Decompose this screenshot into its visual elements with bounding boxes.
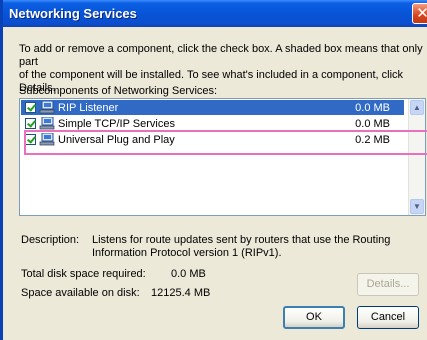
network-component-icon — [39, 101, 55, 114]
list-item-universal-plug-and-play[interactable]: Universal Plug and Play 0.2 MB — [21, 132, 404, 147]
scroll-down-button[interactable]: ▼ — [410, 199, 424, 214]
disk-required-label: Total disk space required: — [21, 268, 146, 280]
chevron-up-icon: ▲ — [413, 103, 421, 112]
description-text: Listens for route updates sent by router… — [92, 234, 391, 259]
scroll-up-button[interactable]: ▲ — [410, 100, 424, 115]
component-size: 0.0 MB — [355, 101, 390, 114]
disk-available-label: Space available on disk: — [21, 287, 140, 299]
details-button[interactable]: Details... — [357, 273, 419, 296]
chevron-down-icon: ▼ — [413, 202, 421, 211]
component-size: 0.0 MB — [355, 117, 390, 130]
checkbox-simple-tcpip-services[interactable] — [25, 118, 36, 129]
description-label: Description: — [21, 234, 80, 246]
network-component-icon — [39, 133, 55, 146]
subcomponents-list[interactable]: RIP Listener 0.0 MB Simple TCP/IP Servic… — [19, 98, 426, 216]
window-title: Networking Services — [9, 6, 137, 21]
list-item-simple-tcpip-services[interactable]: Simple TCP/IP Services 0.0 MB — [21, 116, 404, 131]
close-icon: ✕ — [416, 5, 427, 22]
list-scrollbar[interactable]: ▲ ▼ — [408, 99, 425, 215]
disk-required-value: 0.0 MB — [171, 268, 206, 280]
checkbox-rip-listener[interactable] — [25, 102, 36, 113]
close-button[interactable]: ✕ — [412, 3, 427, 24]
component-name: Universal Plug and Play — [58, 133, 175, 146]
component-size: 0.2 MB — [355, 133, 390, 146]
checkbox-universal-plug-and-play[interactable] — [25, 134, 36, 145]
list-item-rip-listener[interactable]: RIP Listener 0.0 MB — [21, 100, 404, 115]
component-name: Simple TCP/IP Services — [58, 117, 175, 130]
networking-services-dialog: Networking Services ✕ To add or remove a… — [0, 0, 427, 340]
subcomponents-label: Subcomponents of Networking Services: — [19, 85, 218, 97]
ok-button[interactable]: OK — [283, 306, 345, 329]
cancel-button[interactable]: Cancel — [357, 306, 419, 329]
title-bar[interactable]: Networking Services ✕ — [3, 0, 427, 27]
disk-available-value: 12125.4 MB — [151, 287, 211, 299]
network-component-icon — [39, 117, 55, 130]
component-name: RIP Listener — [58, 101, 119, 114]
